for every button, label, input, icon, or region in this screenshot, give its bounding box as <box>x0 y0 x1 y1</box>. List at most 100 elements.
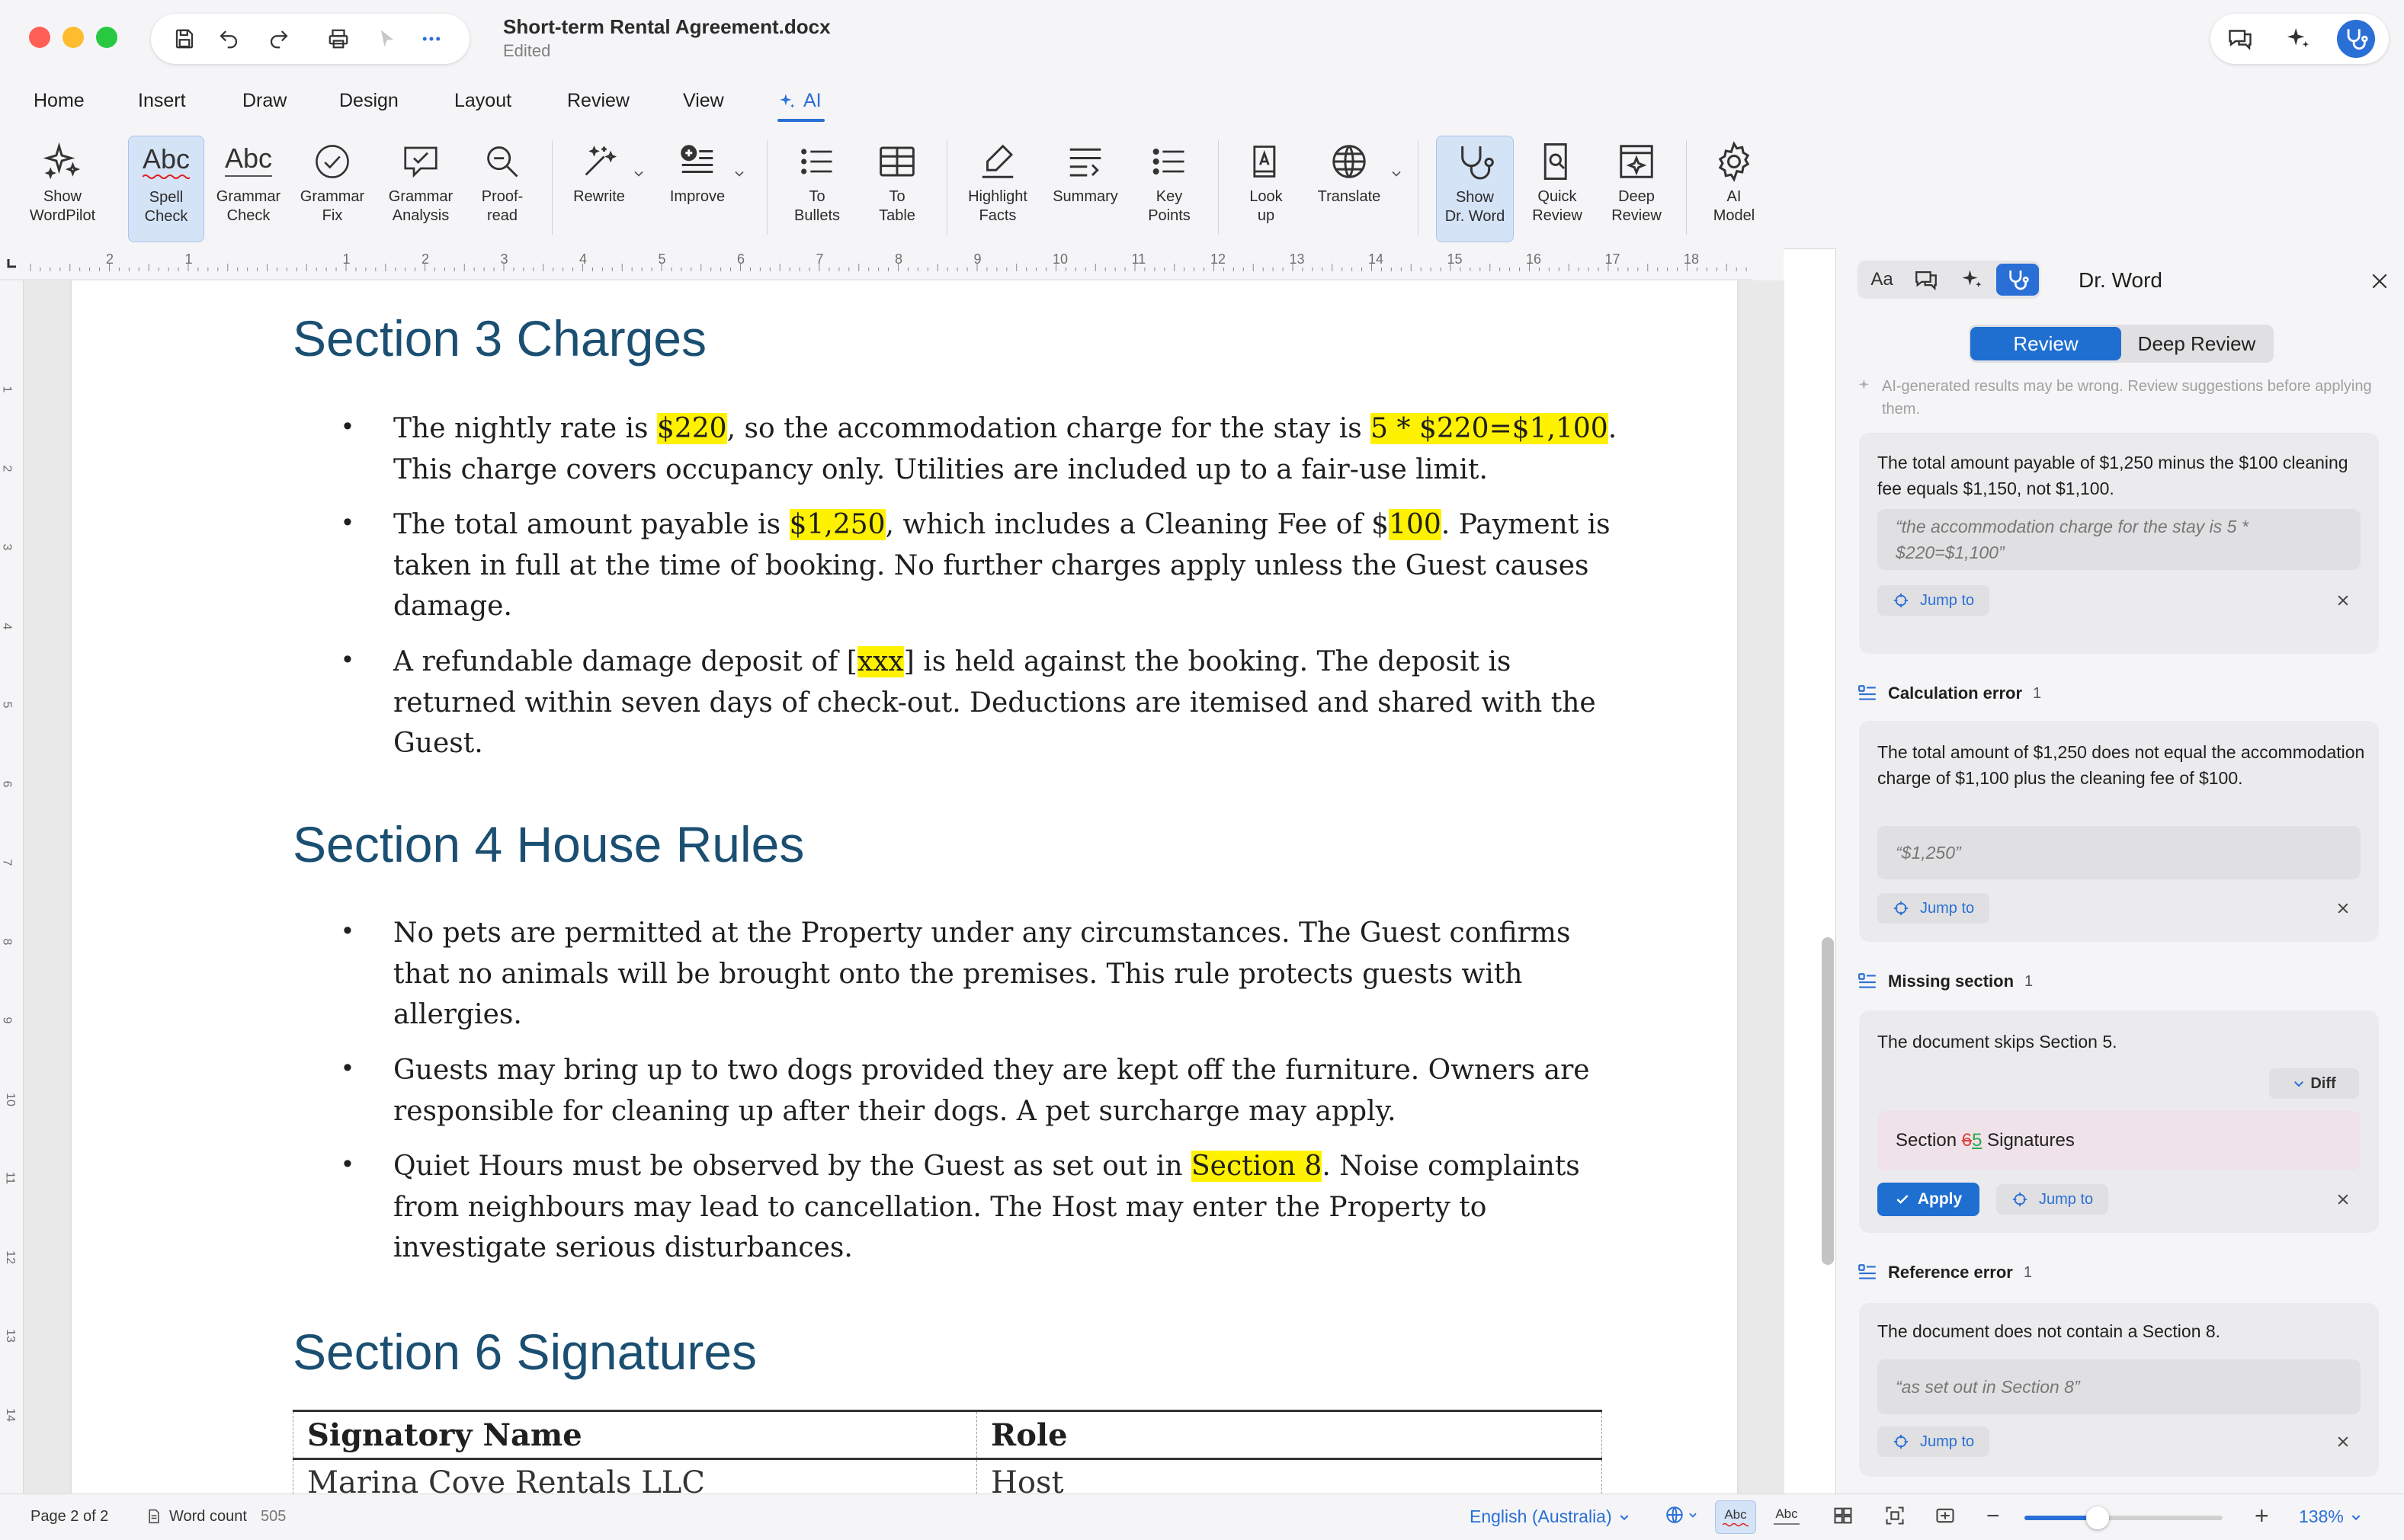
list-item[interactable]: The total amount payable is $1,250, whic… <box>393 504 1628 627</box>
grammar-analysis-button[interactable]: Grammar Analysis <box>381 136 460 241</box>
print-button[interactable] <box>323 24 354 54</box>
highlighted-text[interactable]: $1,250 <box>789 509 886 540</box>
signatures-table[interactable]: Signatory Name Role Marina Cove Rentals … <box>293 1410 1602 1494</box>
category-calculation-error[interactable]: Calculation error 1 <box>1857 680 2041 707</box>
zoom-level-selector[interactable]: 138% <box>2299 1506 2362 1527</box>
dr-word-button[interactable] <box>2337 20 2375 58</box>
minimize-window-button[interactable] <box>63 27 84 48</box>
list-item[interactable]: Quiet Hours must be observed by the Gues… <box>393 1146 1628 1269</box>
read-mode-button[interactable] <box>1934 1505 1956 1526</box>
zoom-out-button[interactable]: − <box>1986 1503 2000 1529</box>
page-indicator[interactable]: Page 2 of 2 <box>30 1508 108 1526</box>
apply-button[interactable]: Apply <box>1877 1183 1979 1216</box>
focus-mode-button[interactable] <box>1884 1505 1906 1526</box>
highlighted-text[interactable]: $220 <box>656 413 727 444</box>
show-dr-word-button[interactable]: Show Dr. Word <box>1436 136 1514 242</box>
tab-view[interactable]: View <box>683 90 724 112</box>
close-window-button[interactable] <box>29 27 50 48</box>
highlighted-text[interactable]: xxx <box>857 646 904 677</box>
vertical-scrollbar[interactable] <box>1822 937 1834 1265</box>
jump-to-button[interactable]: Jump to <box>1877 1426 1990 1457</box>
word-count-label[interactable]: Word count <box>169 1508 247 1526</box>
undo-button[interactable] <box>213 24 244 54</box>
tab-ai[interactable]: AI <box>777 90 822 112</box>
diff-toggle-button[interactable]: Diff <box>2269 1068 2359 1099</box>
panel-close-button[interactable] <box>2367 268 2393 294</box>
tab-review[interactable]: Review <box>567 90 630 112</box>
dismiss-button[interactable] <box>2332 1188 2354 1211</box>
ribbon-separator <box>1686 140 1687 235</box>
layout-view-button[interactable] <box>1832 1505 1854 1526</box>
document-page[interactable]: Section 3 Charges • The nightly rate is … <box>72 280 1737 1494</box>
tab-draw[interactable]: Draw <box>242 90 287 112</box>
jump-to-button[interactable]: Jump to <box>1877 893 1990 924</box>
menu-tabs: Home Insert Draw Design Layout Review Vi… <box>0 79 2404 123</box>
table-header-cell[interactable]: Signatory Name <box>293 1410 977 1460</box>
dismiss-button[interactable] <box>2332 1430 2354 1453</box>
maximize-window-button[interactable] <box>96 27 117 48</box>
segment-review[interactable]: Review <box>1970 327 2121 360</box>
suggestion-quote: “as set out in Section 8” <box>1877 1359 2361 1414</box>
grammar-check-status-button[interactable]: Abc <box>1767 1500 1806 1532</box>
redo-button[interactable] <box>264 24 294 54</box>
translate-dropdown-chevron-icon[interactable] <box>1389 166 1404 181</box>
text-run: , which includes a Cleaning Fee of $ <box>885 509 1390 540</box>
table-cell[interactable]: Marina Cove Rentals LLC <box>293 1458 977 1494</box>
tab-layout[interactable]: Layout <box>454 90 511 112</box>
globe-language-button[interactable] <box>1665 1505 1698 1525</box>
spell-check-button[interactable]: Abc Spell Check <box>128 136 204 242</box>
ai-model-button[interactable]: AI Model <box>1697 136 1771 241</box>
document-canvas[interactable]: Section 3 Charges • The nightly rate is … <box>24 280 1784 1494</box>
improve-dropdown-chevron-icon[interactable] <box>732 166 747 181</box>
ribbon-separator <box>552 140 553 235</box>
list-item[interactable]: Guests may bring up to two dogs provided… <box>393 1050 1628 1132</box>
pointer-button[interactable] <box>372 24 402 54</box>
list-item[interactable]: No pets are permitted at the Property un… <box>393 913 1628 1036</box>
zoom-slider-track[interactable] <box>2024 1506 2223 1529</box>
zoom-slider-thumb[interactable] <box>2086 1506 2110 1529</box>
to-bullets-button[interactable]: To Bullets <box>779 136 855 241</box>
jump-to-button[interactable]: Jump to <box>1877 585 1990 616</box>
key-points-button[interactable]: Key Points <box>1133 136 1206 241</box>
diff-text: Section <box>1896 1130 1962 1151</box>
ai-sparkle-button[interactable] <box>2279 20 2317 58</box>
more-options-button[interactable] <box>416 24 447 54</box>
proofread-button[interactable]: Proof- read <box>466 136 538 241</box>
grammar-check-button[interactable]: Abc Grammar Check <box>210 136 287 241</box>
dismiss-button[interactable] <box>2332 589 2354 612</box>
to-table-button[interactable]: To Table <box>860 136 934 241</box>
quick-review-button[interactable]: Quick Review <box>1520 136 1595 241</box>
deep-review-button[interactable]: Deep Review <box>1599 136 1674 241</box>
list-item[interactable]: The nightly rate is $220, so the accommo… <box>393 408 1628 490</box>
look-up-button[interactable]: Look up <box>1229 136 1303 241</box>
translate-button[interactable]: Translate <box>1306 136 1392 241</box>
save-button[interactable] <box>169 24 200 54</box>
highlight-facts-button[interactable]: Highlight Facts <box>954 136 1041 241</box>
tab-insert[interactable]: Insert <box>138 90 186 112</box>
category-missing-section[interactable]: Missing section 1 <box>1857 968 2033 995</box>
zoom-in-button[interactable]: + <box>2255 1502 2269 1530</box>
comments-button[interactable] <box>2221 20 2259 58</box>
rewrite-dropdown-chevron-icon[interactable] <box>631 166 646 181</box>
tab-design[interactable]: Design <box>339 90 399 112</box>
tab-home[interactable]: Home <box>34 90 85 112</box>
highlighted-text[interactable]: Section 8 <box>1191 1151 1322 1182</box>
highlighted-text[interactable]: 5 * $220=$1,100 <box>1370 413 1608 444</box>
table-header-cell[interactable]: Role <box>976 1410 1602 1460</box>
language-selector[interactable]: English (Australia) <box>1470 1506 1630 1527</box>
grammar-fix-button[interactable]: Grammar Fix <box>294 136 370 241</box>
summary-button[interactable]: Summary <box>1041 136 1130 241</box>
segment-deep-review[interactable]: Deep Review <box>2121 327 2272 360</box>
improve-button[interactable]: Improve <box>655 136 739 241</box>
show-wordpilot-button[interactable]: Show WordPilot <box>17 136 108 241</box>
spell-check-status-button[interactable]: Abc <box>1715 1500 1756 1534</box>
category-reference-error[interactable]: Reference error 1 <box>1857 1259 2032 1286</box>
table-cell[interactable]: Host <box>976 1458 1602 1494</box>
document-title: Short-term Rental Agreement.docx <box>503 15 831 38</box>
rewrite-button[interactable]: Rewrite <box>561 136 637 241</box>
jump-to-button[interactable]: Jump to <box>1996 1184 2109 1215</box>
highlighted-text[interactable]: 100 <box>1389 509 1441 540</box>
list-item[interactable]: A refundable damage deposit of [xxx] is … <box>393 642 1628 764</box>
dismiss-button[interactable] <box>2332 897 2354 920</box>
ruler-number: 14 <box>1368 251 1384 267</box>
